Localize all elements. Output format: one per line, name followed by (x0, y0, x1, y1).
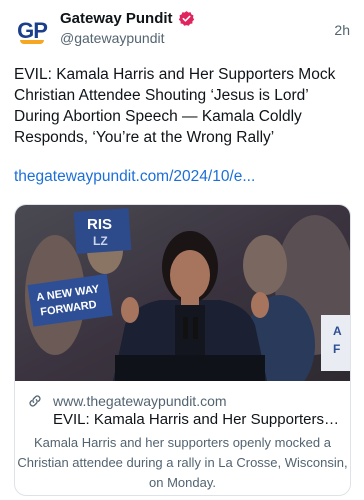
avatar-swoosh (20, 40, 44, 44)
post-header: GP Gateway Pundit @gatewaypundit 2h (14, 8, 350, 52)
sign-text-1: RIS (87, 216, 112, 233)
post-timestamp[interactable]: 2h (334, 22, 350, 38)
sign-right: A F (321, 315, 350, 371)
card-description: Kamala Harris and her supporters openly … (17, 435, 348, 490)
avatar[interactable]: GP (14, 14, 50, 50)
author-handle[interactable]: @gatewaypundit (60, 30, 195, 46)
sign-text-6: F (333, 342, 340, 356)
card-domain-row: www.thegatewaypundit.com (27, 393, 227, 409)
sign-text-5: A (333, 324, 342, 338)
link-icon (29, 395, 41, 407)
card-image[interactable]: RIS LZ A NEW WAY FORWARD A F (15, 205, 350, 381)
post-link[interactable]: thegatewaypundit.com/2024/10/e... (14, 168, 255, 186)
card-body[interactable]: www.thegatewaypundit.com EVIL: Kamala Ha… (15, 381, 350, 495)
author-block: Gateway Pundit @gatewaypundit (60, 10, 195, 46)
card-domain: www.thegatewaypundit.com (53, 393, 227, 409)
avatar-logo-text: GP (17, 18, 48, 43)
sign-top-left: RIS LZ (73, 208, 132, 254)
author-name[interactable]: Gateway Pundit (60, 10, 173, 27)
link-preview-card[interactable]: RIS LZ A NEW WAY FORWARD A F www.thegate… (14, 204, 351, 496)
post-text: EVIL: Kamala Harris and Her Supporters M… (14, 66, 336, 146)
verified-badge-icon (178, 11, 194, 26)
sign-text-2: LZ (93, 234, 108, 248)
card-title[interactable]: EVIL: Kamala Harris and Her Supporters M… (53, 411, 343, 428)
